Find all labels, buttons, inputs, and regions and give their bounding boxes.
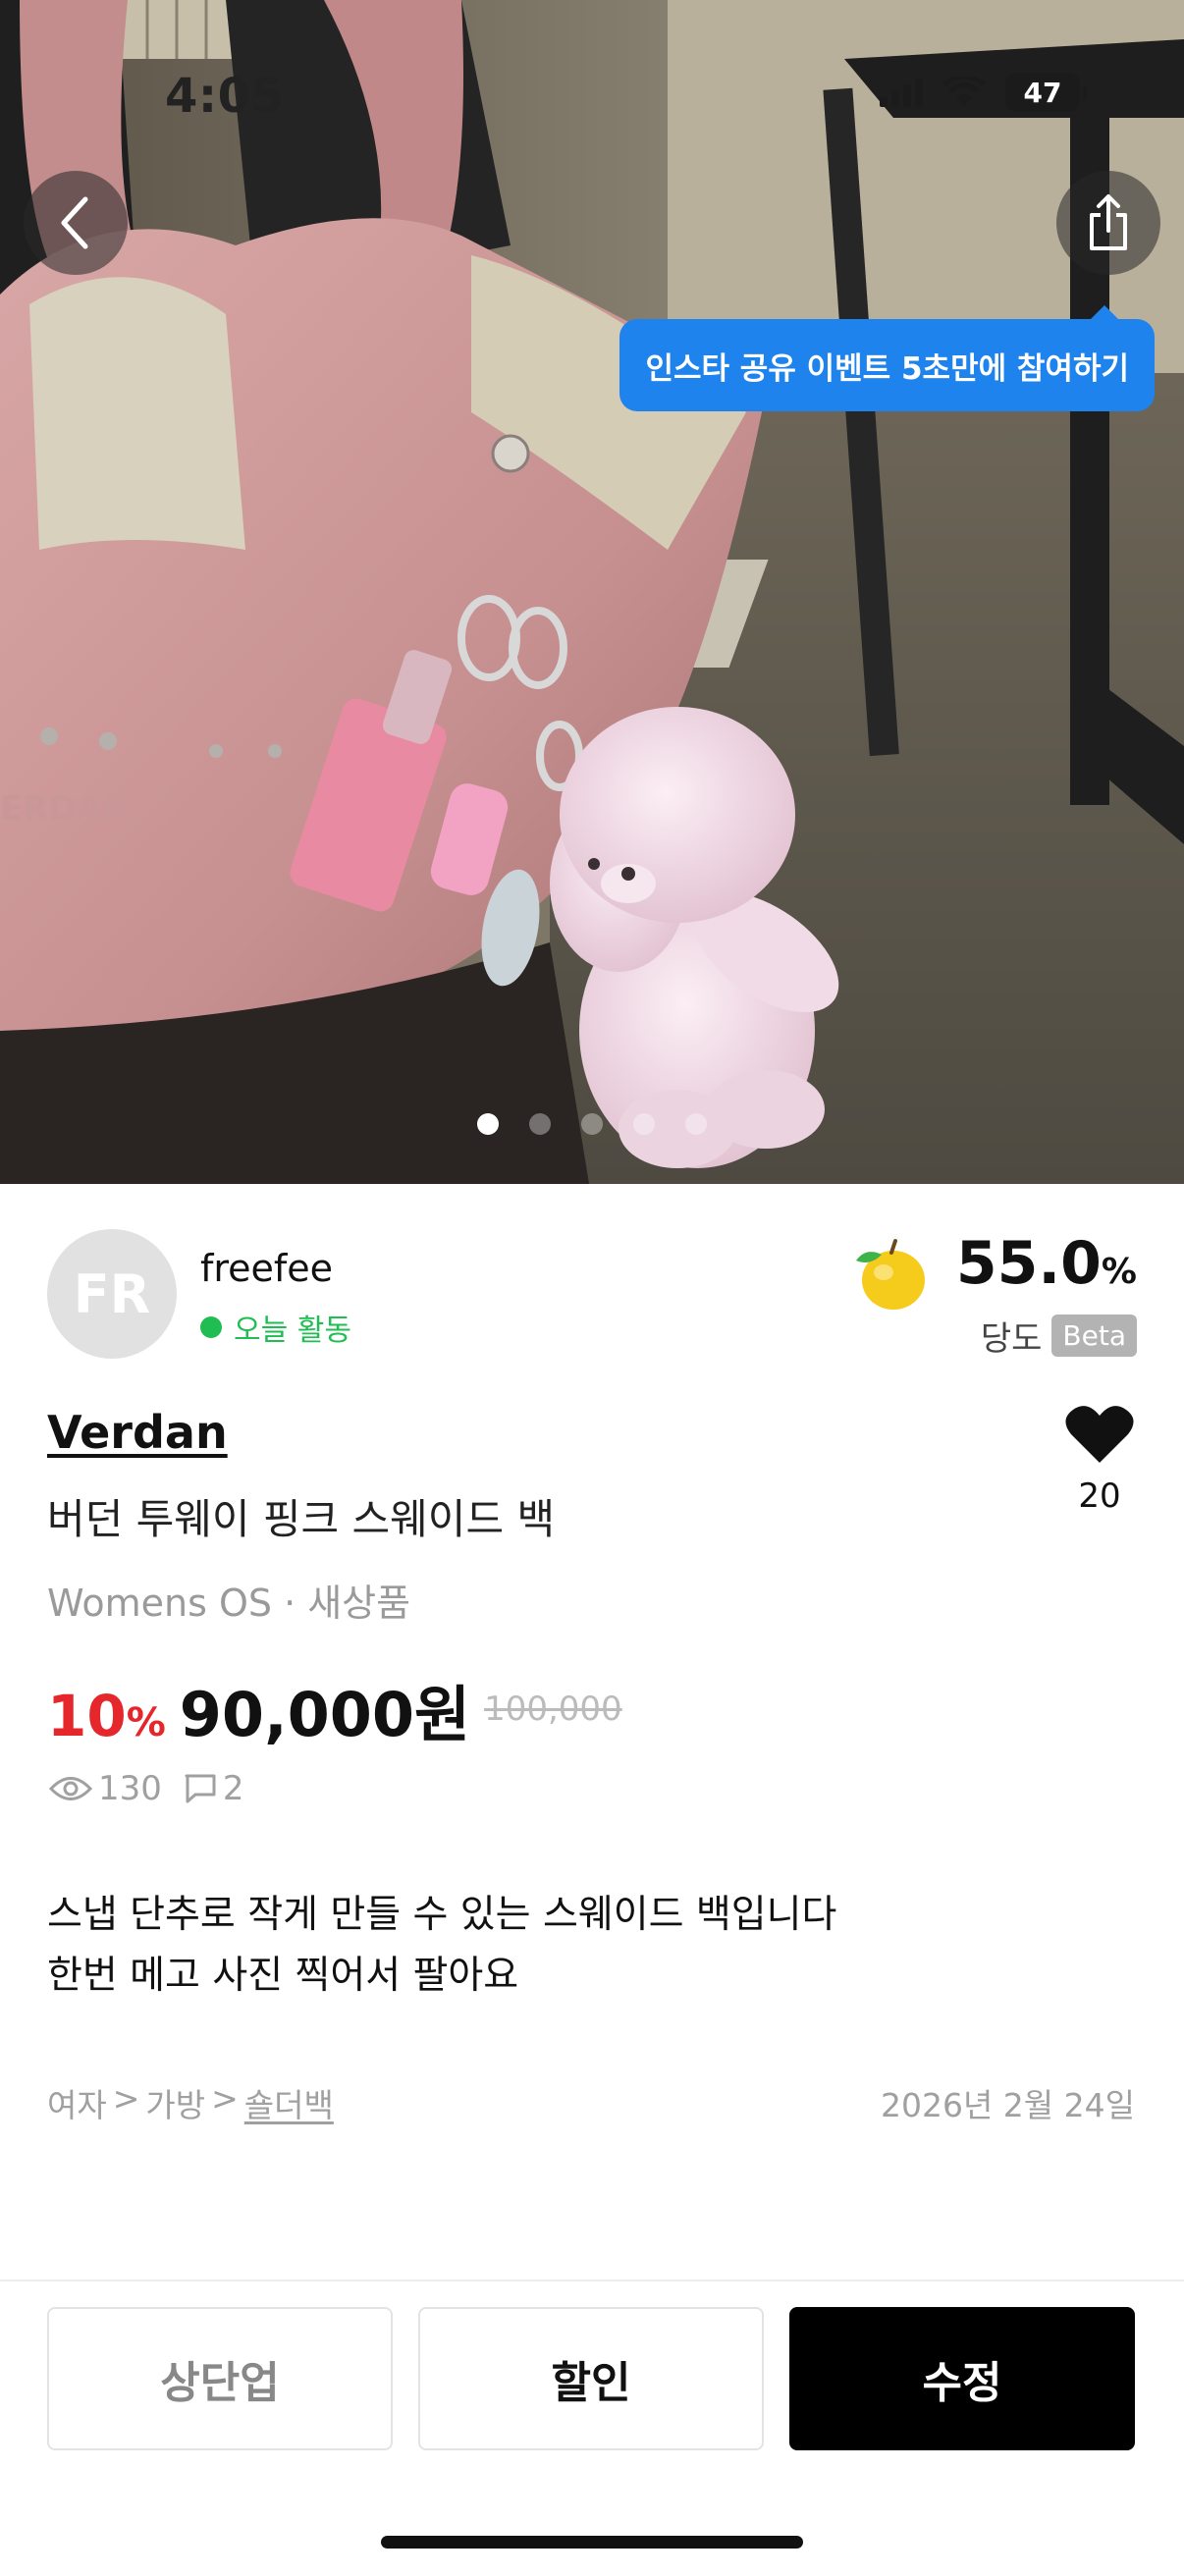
bump-button[interactable]: 상단업 [47,2307,393,2450]
pagination-dot[interactable] [477,1113,499,1135]
description-line: 한번 메고 사진 찍어서 팔아요 [47,1954,519,1998]
battery-indicator: 47 [1005,73,1087,112]
breadcrumb-separator: > [112,2079,140,2118]
score-label-text: 당도 [980,1319,1043,1359]
brand-link[interactable]: Verdan [47,1406,228,1459]
score-unit: % [1101,1252,1137,1292]
share-icon [1090,194,1127,250]
score-number: 55.0 [955,1229,1102,1298]
bottom-action-bar: 상단업 할인 수정 [0,2280,1184,2576]
product-image-carousel[interactable]: ERDAN 4:05 47 인스타 공유 이벤트 5초만에 참여하기 [0,0,1184,1184]
wifi-icon [942,77,986,106]
breadcrumb-item[interactable]: 숄더백 [244,2079,334,2126]
category-breadcrumb: 여자 > 가방 > 숄더백 [47,2079,334,2126]
carousel-pagination[interactable] [0,1113,1184,1135]
pagination-dot[interactable] [581,1113,603,1135]
stats-row: 130 2 [49,1769,244,1808]
chevron-left-icon [61,196,88,249]
product-title: 버던 투웨이 핑크 스웨이드 백 [47,1495,556,1543]
insta-event-tooltip[interactable]: 인스타 공유 이벤트 5초만에 참여하기 [619,305,1155,411]
score-value: 55.0% [956,1229,1137,1298]
seller-name[interactable]: freefee [200,1247,333,1290]
score-label: 당도 Beta [981,1312,1137,1360]
breadcrumb-separator: > [211,2079,239,2118]
original-price: 100,000 [484,1690,622,1729]
pagination-dot[interactable] [685,1113,707,1135]
avatar[interactable]: FR [47,1229,177,1359]
discount-rate: 10 [47,1683,127,1749]
heart-icon [1065,1406,1134,1463]
share-button[interactable] [1056,171,1160,275]
like-count: 20 [1078,1476,1121,1516]
edit-button[interactable]: 수정 [789,2307,1135,2450]
breadcrumb-item[interactable]: 가방 [145,2079,205,2126]
status-icons: 47 [880,73,1087,112]
seller-activity: 오늘 활동 [200,1306,351,1349]
comment-count: 2 [222,1769,244,1808]
online-dot-icon [200,1316,222,1338]
bag-brand-text: ERDAN [0,789,130,829]
sweetness-score[interactable]: 55.0% 당도 Beta [852,1229,1137,1362]
price-row: 10 % 90,000원 100,000 [47,1665,622,1753]
product-meta: Womens OS · 새상품 [47,1582,411,1625]
product-description: 스냅 단추로 작게 만들 수 있는 스웨이드 백입니다 한번 메고 사진 찍어서… [47,1885,836,2007]
like-button[interactable]: 20 [1060,1404,1139,1516]
breadcrumb-item[interactable]: 여자 [47,2079,107,2126]
product-photo: ERDAN [0,0,1184,1184]
discount-unit: % [126,1700,166,1745]
discount-button[interactable]: 할인 [418,2307,764,2450]
status-time: 4:05 [165,69,285,124]
apple-icon [856,1239,925,1310]
beta-badge: Beta [1051,1315,1137,1357]
seller-row[interactable]: FR freefee 오늘 활동 55.0% 당도 Beta [47,1229,1137,1362]
eye-icon [49,1777,92,1800]
pagination-dot[interactable] [633,1113,655,1135]
price: 90,000원 [179,1679,471,1750]
activity-label: 오늘 활동 [234,1314,351,1348]
signal-icon [880,78,923,107]
description-line: 스냅 단추로 작게 만들 수 있는 스웨이드 백입니다 [47,1893,837,1937]
home-indicator[interactable] [381,2536,803,2549]
pagination-dot[interactable] [529,1113,551,1135]
comment-icon [185,1774,216,1803]
view-count: 130 [98,1769,162,1808]
back-button[interactable] [24,171,128,275]
posted-date: 2026년 2월 24일 [880,2086,1135,2124]
